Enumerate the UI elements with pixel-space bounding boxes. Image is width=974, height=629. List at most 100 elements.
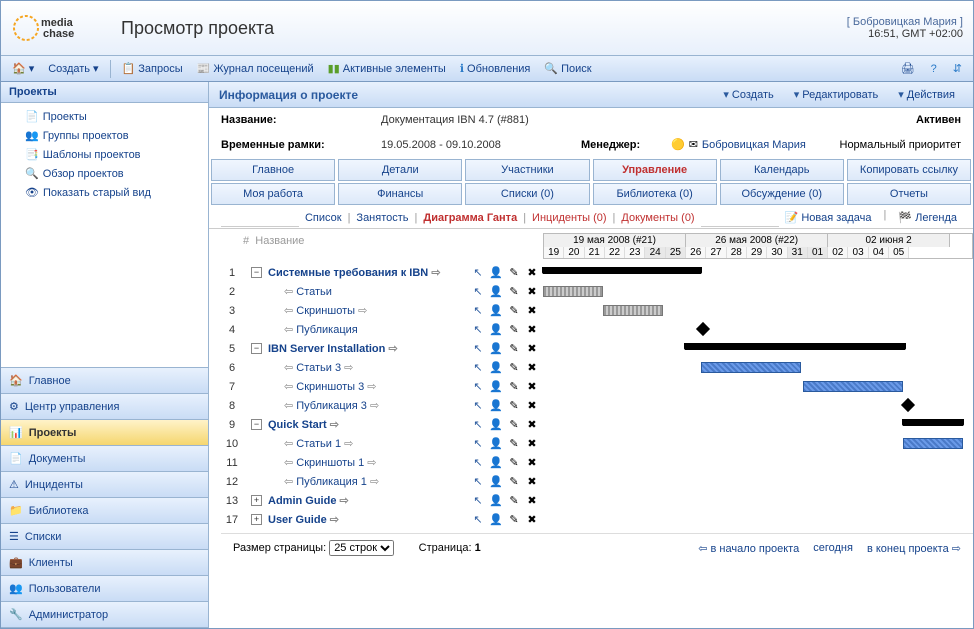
journal-button[interactable]: 📰Журнал посещений: [191, 60, 320, 77]
tree-item-4[interactable]: 👁Показать старый вид: [1, 183, 208, 202]
edit-icon[interactable]: ✎: [507, 285, 521, 299]
gantt-bar[interactable]: [603, 305, 663, 316]
delete-icon[interactable]: ✖: [525, 513, 539, 527]
user-icon[interactable]: 👤: [489, 475, 503, 489]
delete-icon[interactable]: ✖: [525, 456, 539, 470]
task-name-link[interactable]: Скриншоты 1: [284, 456, 467, 469]
create-button[interactable]: Создать ▾: [42, 60, 104, 77]
gantt-bar[interactable]: [903, 438, 963, 449]
nav-start[interactable]: ⇦ в начало проекта: [698, 542, 799, 555]
tabs2-tab-2[interactable]: Списки (0): [465, 183, 589, 205]
edit-icon[interactable]: ✎: [507, 304, 521, 318]
edit-icon[interactable]: ✎: [507, 456, 521, 470]
legend-button[interactable]: 🏁 Легенда: [894, 209, 961, 226]
gantt-bar[interactable]: [543, 267, 701, 274]
edit-icon[interactable]: ✎: [507, 494, 521, 508]
move-icon[interactable]: ↖: [471, 342, 485, 356]
move-icon[interactable]: ↖: [471, 304, 485, 318]
tabs2-tab-3[interactable]: Библиотека (0): [593, 183, 717, 205]
expand-icon[interactable]: −: [251, 267, 262, 278]
task-name-link[interactable]: Публикация: [284, 323, 467, 336]
tabs1-tab-3[interactable]: Управление: [593, 159, 717, 181]
tabs1-tab-5[interactable]: Копировать ссылку: [847, 159, 971, 181]
delete-icon[interactable]: ✖: [525, 323, 539, 337]
user-icon[interactable]: 👤: [489, 380, 503, 394]
mail-icon[interactable]: ✉: [689, 138, 698, 151]
home-button[interactable]: 🏠▾: [6, 60, 40, 77]
task-name-link[interactable]: Скриншоты 3: [284, 380, 467, 393]
task-name-link[interactable]: Admin Guide: [268, 494, 467, 507]
edit-icon[interactable]: ✎: [507, 437, 521, 451]
delete-icon[interactable]: ✖: [525, 399, 539, 413]
move-icon[interactable]: ↖: [471, 399, 485, 413]
user-icon[interactable]: 👤: [489, 361, 503, 375]
delete-icon[interactable]: ✖: [525, 361, 539, 375]
task-name-link[interactable]: Публикация 1: [284, 475, 467, 488]
tree-item-1[interactable]: 👥Группы проектов: [1, 126, 208, 145]
panel-create-button[interactable]: ▾ Создать: [715, 86, 781, 103]
subtab-incidents[interactable]: Инциденты (0): [528, 210, 610, 226]
panel-actions-button[interactable]: ▾ Действия: [890, 86, 963, 103]
new-task-button[interactable]: 📝 Новая задача: [781, 209, 876, 226]
tabs1-tab-2[interactable]: Участники: [465, 159, 589, 181]
expand-icon[interactable]: +: [251, 495, 262, 506]
nav-item-projects[interactable]: 📊Проекты: [1, 420, 208, 446]
user-icon[interactable]: 👤: [489, 456, 503, 470]
move-icon[interactable]: ↖: [471, 361, 485, 375]
edit-icon[interactable]: ✎: [507, 266, 521, 280]
user-icon[interactable]: 👤: [489, 342, 503, 356]
edit-icon[interactable]: ✎: [507, 399, 521, 413]
edit-icon[interactable]: ✎: [507, 361, 521, 375]
user-icon[interactable]: 👤: [489, 513, 503, 527]
subtab-gantt[interactable]: Диаграмма Ганта: [419, 210, 521, 226]
edit-icon[interactable]: ✎: [507, 418, 521, 432]
move-icon[interactable]: ↖: [471, 456, 485, 470]
task-name-link[interactable]: Статьи 3: [284, 361, 467, 374]
tree-item-0[interactable]: 📄Проекты: [1, 107, 208, 126]
user-icon[interactable]: 👤: [489, 399, 503, 413]
nav-item-lists[interactable]: ☰Списки: [1, 524, 208, 550]
nav-item-clients[interactable]: 💼Клиенты: [1, 550, 208, 576]
subtab-list[interactable]: Список: [301, 210, 346, 226]
task-name-link[interactable]: Скриншоты: [284, 304, 467, 317]
user-icon[interactable]: 👤: [489, 285, 503, 299]
move-icon[interactable]: ↖: [471, 418, 485, 432]
user-icon[interactable]: 👤: [489, 418, 503, 432]
move-icon[interactable]: ↖: [471, 266, 485, 280]
user-icon[interactable]: 👤: [489, 323, 503, 337]
active-button[interactable]: ▮▮Активные элементы: [322, 60, 452, 77]
user-icon[interactable]: 👤: [489, 266, 503, 280]
move-icon[interactable]: ↖: [471, 513, 485, 527]
tabs2-tab-0[interactable]: Моя работа: [211, 183, 335, 205]
tabs2-tab-1[interactable]: Финансы: [338, 183, 462, 205]
tabs2-tab-5[interactable]: Отчеты: [847, 183, 971, 205]
move-icon[interactable]: ↖: [471, 494, 485, 508]
delete-icon[interactable]: ✖: [525, 494, 539, 508]
edit-icon[interactable]: ✎: [507, 475, 521, 489]
nav-item-admin[interactable]: 🔧Администратор: [1, 602, 208, 628]
subtab-busy[interactable]: Занятость: [352, 210, 412, 226]
delete-icon[interactable]: ✖: [525, 304, 539, 318]
milestone[interactable]: [901, 398, 915, 412]
tabs2-tab-4[interactable]: Обсуждение (0): [720, 183, 844, 205]
page-size-select[interactable]: 25 строк: [329, 540, 394, 556]
tabs1-tab-0[interactable]: Главное: [211, 159, 335, 181]
tabs1-tab-4[interactable]: Календарь: [720, 159, 844, 181]
move-icon[interactable]: ↖: [471, 475, 485, 489]
gantt-bar[interactable]: [543, 286, 603, 297]
updates-button[interactable]: ℹОбновления: [454, 60, 537, 77]
edit-icon[interactable]: ✎: [507, 342, 521, 356]
nav-item-library[interactable]: 📁Библиотека: [1, 498, 208, 524]
tabs1-tab-1[interactable]: Детали: [338, 159, 462, 181]
expand-icon[interactable]: −: [251, 343, 262, 354]
nav-today[interactable]: сегодня: [813, 542, 853, 555]
tree-item-2[interactable]: 📑Шаблоны проектов: [1, 145, 208, 164]
nav-item-control[interactable]: ⚙Центр управления: [1, 394, 208, 420]
tree-item-3[interactable]: 🔍Обзор проектов: [1, 164, 208, 183]
expand-icon[interactable]: −: [251, 419, 262, 430]
nav-end[interactable]: в конец проекта ⇨: [867, 542, 961, 555]
task-name-link[interactable]: Публикация 3: [284, 399, 467, 412]
delete-icon[interactable]: ✖: [525, 285, 539, 299]
move-icon[interactable]: ↖: [471, 437, 485, 451]
subtab-docs[interactable]: Документы (0): [617, 210, 698, 226]
